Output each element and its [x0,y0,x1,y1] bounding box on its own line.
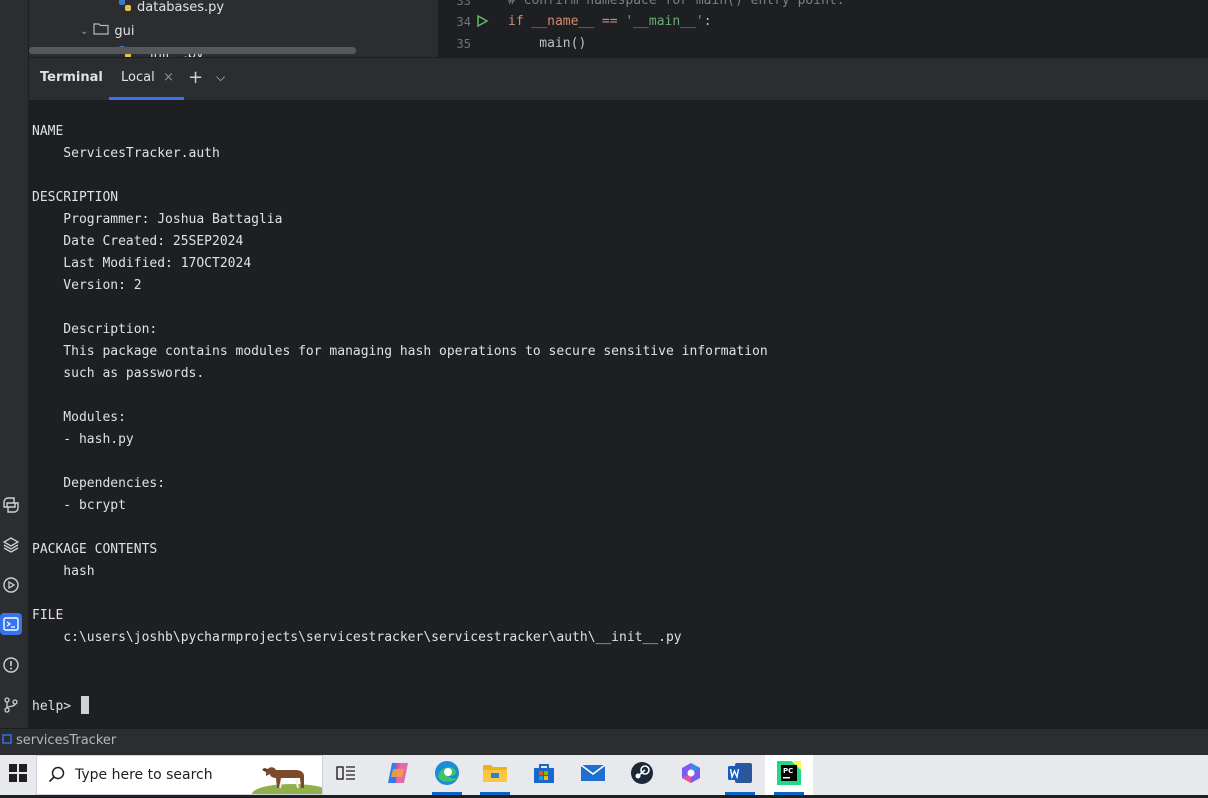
terminal-line: Date Created: 25SEP2024 [32,234,244,249]
horizontal-scrollbar[interactable] [29,47,356,54]
taskbar-file-explorer[interactable] [471,755,519,795]
run-gutter-icon[interactable] [475,13,489,32]
windows-start-button[interactable] [0,755,36,795]
microsoft365-icon [679,761,703,789]
folder-icon [93,22,109,40]
text-cursor [80,696,89,714]
mail-icon [580,763,606,787]
chevron-down-icon[interactable]: ⌄ [80,26,88,37]
tree-item-databases[interactable]: databases.py [118,0,224,16]
problems-icon[interactable] [0,654,22,676]
search-icon [48,766,66,788]
line-number: 35 [456,37,471,51]
terminal-line: Last Modified: 17OCT2024 [32,256,252,271]
tree-item-label: databases.py [137,0,225,15]
code-line[interactable]: # confirm namespace for main() entry poi… [508,0,845,8]
steam-icon [630,761,654,789]
services-icon[interactable] [0,574,22,596]
code-string: '__main__' [625,14,704,29]
copilot-icon [385,761,411,789]
windows-taskbar: Type here to search PC [0,755,1208,798]
project-icon [2,733,12,748]
taskbar-copilot[interactable] [374,755,422,795]
task-view-icon [336,764,356,786]
windows-logo-icon [9,764,27,786]
svg-text:PC: PC [783,767,793,775]
terminal-line: - bcrypt [32,498,126,513]
taskbar-pycharm[interactable]: PC [765,755,813,795]
pycharm-icon: PC [776,760,802,790]
left-tool-strip [0,0,29,728]
terminal-line: NAME [32,124,64,139]
project-name: servicesTracker [16,733,117,748]
line-number: 34 [456,15,471,29]
terminal-line: FILE [32,608,64,623]
terminal-line: This package contains modules for managi… [32,344,768,359]
taskbar-microsoft365[interactable] [667,755,715,795]
layers-icon[interactable] [0,534,22,556]
terminal-line: Dependencies: [32,476,166,491]
search-highlight-illustration [252,756,332,798]
edge-icon [434,760,460,790]
folder-icon [482,762,508,788]
status-bar: servicesTracker [0,728,1208,756]
code-keyword: if __name__ == [508,14,626,29]
close-icon[interactable]: × [163,70,174,85]
taskbar-word[interactable] [716,755,764,795]
taskbar-steam[interactable] [618,755,666,795]
terminal-line: ServicesTracker.auth [32,146,220,161]
status-project[interactable]: servicesTracker [2,733,116,748]
search-placeholder: Type here to search [75,767,213,783]
chevron-down-icon[interactable]: ⌵ [216,70,225,85]
taskbar-mail[interactable] [569,755,617,795]
taskbar-store[interactable] [520,755,568,795]
terminal-prompt[interactable]: help> [32,696,89,715]
tab-local[interactable]: Local × [109,58,184,100]
project-tree-panel: databases.py ⌄ gui __init__.py [29,0,438,57]
line-number: 33 [456,0,471,8]
code-line[interactable]: main() [508,36,586,51]
code-line[interactable]: if __name__ == '__main__': [508,14,712,29]
terminal-line: such as passwords. [32,366,205,381]
word-icon [727,761,753,789]
tree-item-gui[interactable]: ⌄ gui [80,22,135,40]
terminal-line: - hash.py [32,432,134,447]
git-icon[interactable] [0,694,22,716]
terminal-icon[interactable] [0,613,22,635]
tool-window-title: Terminal [40,70,103,85]
terminal-line: Programmer: Joshua Battaglia [32,212,283,227]
editor-panel: 33 # confirm namespace for main() entry … [439,0,1208,57]
python-file-icon [118,0,132,16]
tab-label: Local [121,70,155,85]
tree-item-label: gui [114,23,135,39]
store-icon [532,761,556,789]
terminal-tab-bar: Terminal Local × + ⌵ [29,57,1208,100]
taskbar-edge[interactable] [423,755,471,795]
python-console-icon[interactable] [0,494,22,516]
terminal-line: c:\users\joshb\pycharmprojects\servicest… [32,630,682,645]
prompt-text: help> [32,699,79,714]
terminal-line: DESCRIPTION [32,190,119,205]
taskbar-task-view[interactable] [322,755,370,795]
terminal-line: Version: 2 [32,278,142,293]
terminal-line: Modules: [32,410,126,425]
terminal-output[interactable]: NAME ServicesTracker.auth DESCRIPTION Pro… [29,100,1208,726]
terminal-line: hash [32,564,95,579]
terminal-line: PACKAGE CONTENTS [32,542,158,557]
terminal-line: Description: [32,322,158,337]
add-tab-icon[interactable]: + [188,67,203,88]
taskbar-search[interactable]: Type here to search [36,755,332,798]
code-punct: : [703,14,712,29]
